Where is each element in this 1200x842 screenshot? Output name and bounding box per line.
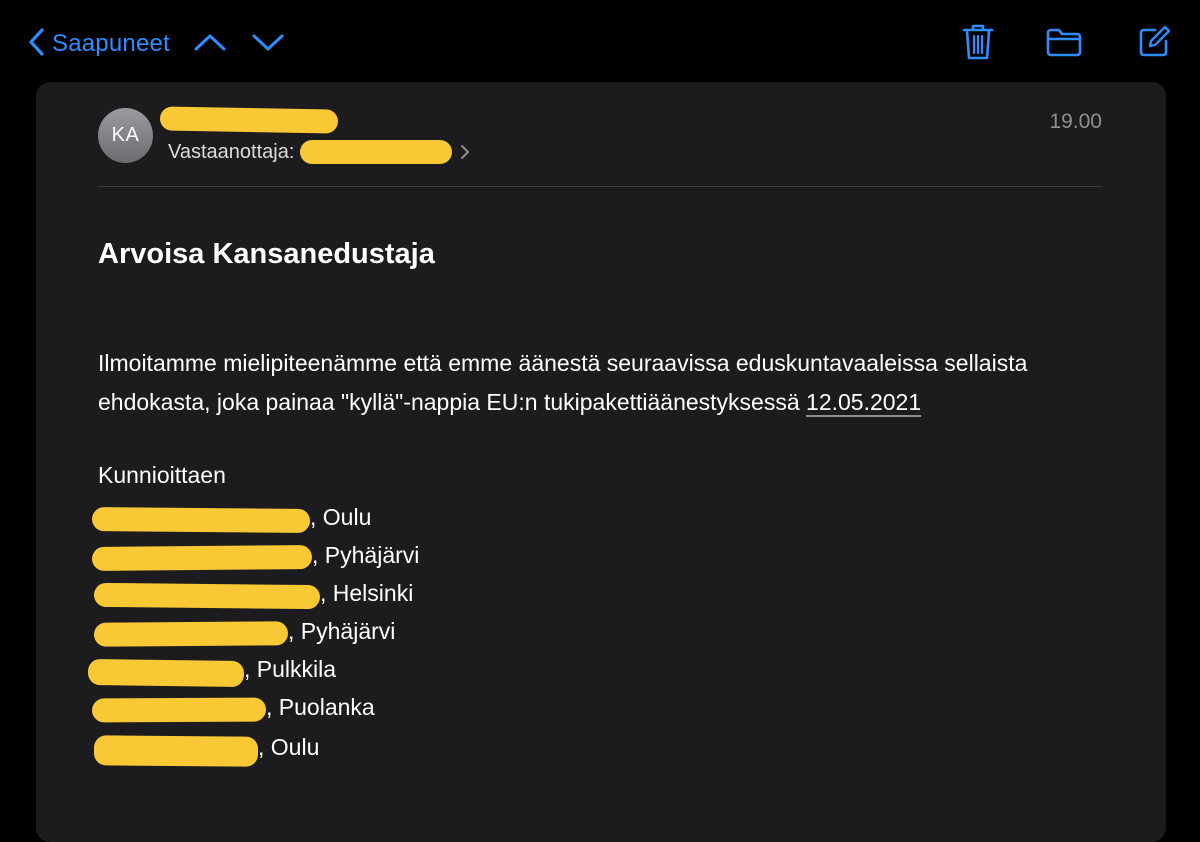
sender-name-redaction xyxy=(159,106,339,134)
message-card: KA Vastaanottaja: 19.00 Arvoisa Kansaned… xyxy=(36,82,1166,842)
signature-redaction xyxy=(91,545,313,571)
signature-redaction xyxy=(93,582,321,610)
signature-redaction xyxy=(87,658,245,688)
message-greeting: Arvoisa Kansanedustaja xyxy=(98,238,435,270)
signature-place: , Pulkkila xyxy=(244,655,337,682)
back-to-inbox-button[interactable]: Saapuneet xyxy=(28,26,170,62)
move-to-folder-button[interactable] xyxy=(1042,22,1086,66)
signature-place: , Pyhäjärvi xyxy=(312,541,420,568)
message-time: 19.00 xyxy=(1049,110,1102,133)
trash-button[interactable] xyxy=(956,22,1000,66)
back-label: Saapuneet xyxy=(52,30,170,57)
sender-avatar[interactable]: KA xyxy=(98,108,153,163)
next-message-button[interactable] xyxy=(248,26,288,62)
message-body: Ilmoitamme mielipiteenämme että emme ään… xyxy=(98,344,1108,422)
signature-place: , Oulu xyxy=(310,503,372,530)
signature-place: , Helsinki xyxy=(320,579,414,606)
message-closing: Kunnioittaen xyxy=(98,462,226,488)
signature-place: , Oulu xyxy=(258,733,320,760)
recipient-label: Vastaanottaja: xyxy=(168,140,295,163)
signature-redaction xyxy=(93,735,259,767)
chevron-up-icon xyxy=(193,31,227,58)
date-link[interactable]: 12.05.2021 xyxy=(806,389,921,415)
header-divider xyxy=(98,186,1102,187)
signature-place: , Puolanka xyxy=(266,693,375,720)
recipient-redaction xyxy=(300,140,453,164)
chevron-right-icon xyxy=(460,144,470,160)
signature-redaction xyxy=(91,697,267,723)
signature-place: , Pyhäjärvi xyxy=(288,617,396,644)
signature-redaction xyxy=(93,621,289,647)
chevron-left-icon xyxy=(28,27,46,62)
previous-message-button[interactable] xyxy=(190,26,230,62)
folder-icon xyxy=(1045,27,1083,62)
signature-redaction xyxy=(91,507,311,533)
toolbar: Saapuneet xyxy=(0,0,1200,82)
recipient-row[interactable]: Vastaanottaja: xyxy=(168,138,470,166)
chevron-down-icon xyxy=(251,31,285,58)
compose-icon xyxy=(1137,25,1171,64)
trash-icon xyxy=(962,23,994,66)
compose-button[interactable] xyxy=(1132,22,1176,66)
